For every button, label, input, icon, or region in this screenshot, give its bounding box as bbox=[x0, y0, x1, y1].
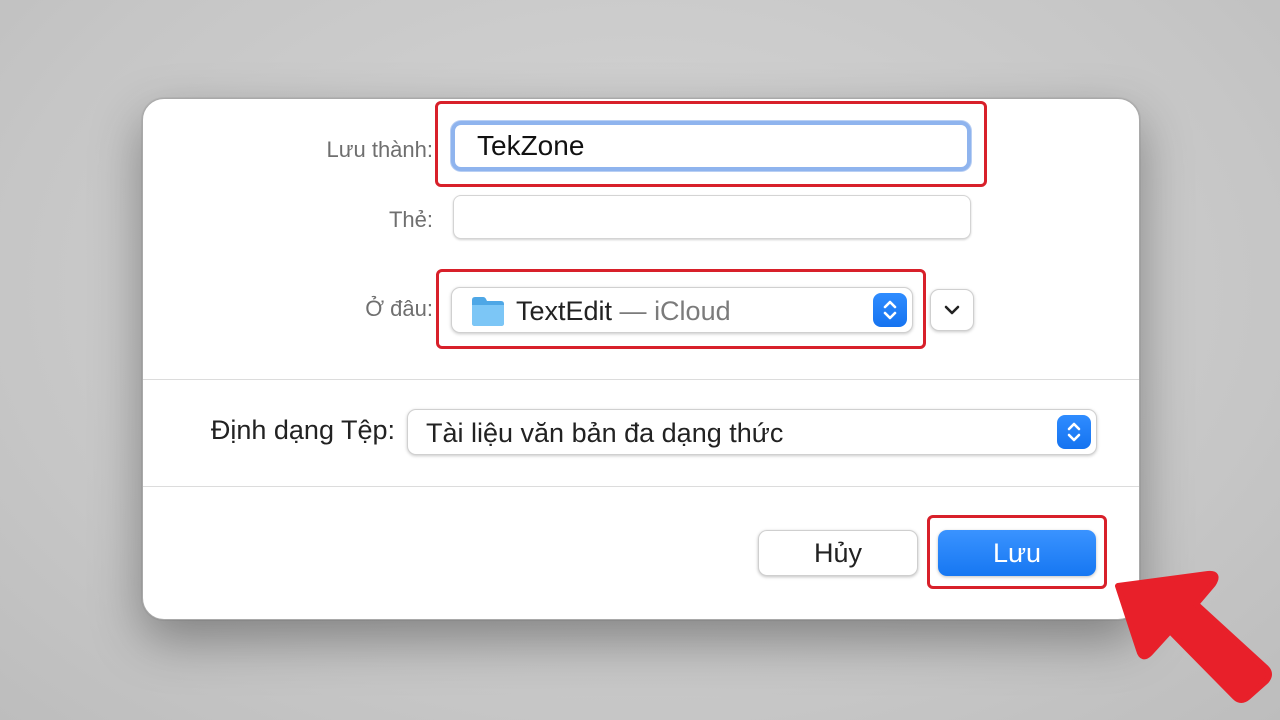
expand-dialog-button[interactable] bbox=[930, 289, 974, 331]
highlight-save-as bbox=[435, 101, 987, 187]
cancel-button[interactable]: Hủy bbox=[758, 530, 918, 576]
file-format-label: Định dạng Tệp: bbox=[210, 415, 395, 445]
tags-label: Thẻ: bbox=[388, 207, 433, 232]
highlight-save-button bbox=[927, 515, 1107, 589]
screen: Lưu thành: TekZone Thẻ: Ở đâu: TextEdit … bbox=[0, 0, 1280, 720]
tags-input[interactable] bbox=[453, 195, 971, 239]
save-as-label: Lưu thành: bbox=[326, 137, 433, 162]
chevron-down-icon bbox=[944, 305, 960, 315]
divider-bottom bbox=[143, 486, 1139, 487]
red-arrow-pointer bbox=[1115, 570, 1272, 703]
up-down-chevron-icon bbox=[1057, 415, 1091, 449]
file-format-popup[interactable]: Tài liệu văn bản đa dạng thức bbox=[407, 409, 1097, 455]
divider-top bbox=[143, 379, 1139, 380]
file-format-value: Tài liệu văn bản đa dạng thức bbox=[426, 418, 784, 448]
save-dialog: Lưu thành: TekZone Thẻ: Ở đâu: TextEdit … bbox=[142, 98, 1140, 620]
where-label: Ở đâu: bbox=[365, 296, 433, 321]
highlight-where bbox=[436, 269, 926, 349]
